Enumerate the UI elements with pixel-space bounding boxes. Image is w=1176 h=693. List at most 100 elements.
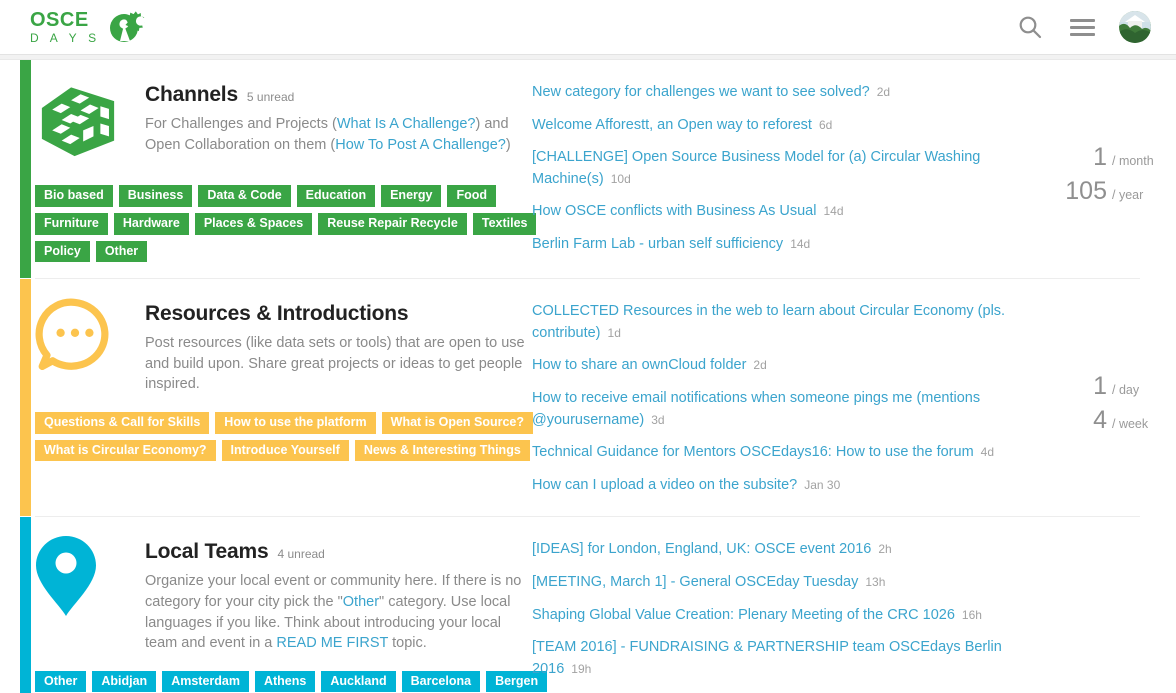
logo-subtitle: D A Y S [30,31,101,45]
tag-row: Furniture Hardware Places & Spaces Reuse Re… [35,212,537,235]
header-actions [1015,11,1151,43]
tag-row: What is Circular Economy? Introduce Yours… [35,439,532,462]
topic-age: 10d [610,171,631,186]
category-tag[interactable]: Other [95,240,148,263]
stat-value: 105 [1065,177,1107,206]
topic-age: 19h [571,661,592,676]
topic-age: 14d [823,204,844,219]
topic-link[interactable]: [TEAM 2016] - FUNDRAISING & PARTNERSHIP … [532,639,1002,677]
stat-value: 1 [1093,371,1107,400]
description-link[interactable]: READ ME FIRST [276,635,388,651]
category-topics: [IDEAS] for London, England, UK: OSCE ev… [532,530,1176,693]
category-tag[interactable]: Policy [35,240,90,263]
category-tag[interactable]: Reuse Repair Recycle [318,212,467,235]
category-icon [35,292,127,395]
category-list: Channels 5 unread For Challenges and Pro… [0,55,1176,693]
topic-row: Shaping Global Value Creation: Plenary M… [532,604,1054,626]
category-tag[interactable]: Barcelona [401,670,481,693]
topic-age: 2d [753,358,767,373]
category-tag[interactable]: Furniture [35,212,108,235]
category-tag[interactable]: What is Circular Economy? [35,439,216,462]
topic-link[interactable]: How can I upload a video on the subsite? [532,477,797,493]
category-tag[interactable]: Auckland [321,670,396,693]
category-tag[interactable]: Introduce Yourself [221,439,349,462]
topic-row: [MEETING, March 1] - General OSCEday Tue… [532,571,1054,593]
description-link[interactable]: What Is A Challenge? [337,116,476,132]
topic-link[interactable]: How to receive email notifications when … [532,390,980,428]
stat-row: 4 / week [1064,406,1176,435]
stat-row: 105 / year [1064,177,1176,206]
category-resources: Resources & Introductions Post resources… [0,279,1176,517]
category-tag[interactable]: What is Open Source? [381,411,534,434]
topic-link[interactable]: Berlin Farm Lab - urban self sufficiency [532,236,783,252]
topic-age: 4d [980,445,995,460]
category-title[interactable]: Resources & Introductions [145,302,409,326]
category-tag[interactable]: Bio based [35,185,113,207]
description-link[interactable]: How To Post A Challenge? [335,137,506,153]
topic-link[interactable]: Shaping Global Value Creation: Plenary M… [532,607,955,623]
site-logo[interactable]: OSCE D A Y S [30,7,152,47]
category-tag[interactable]: Athens [254,670,316,693]
category-tag[interactable]: Energy [381,185,442,207]
category-description: Organize your local event or community h… [145,571,532,653]
topic-link[interactable]: COLLECTED Resources in the web to learn … [532,303,1005,341]
category-unread-count: 5 unread [246,90,295,104]
topic-link[interactable]: How OSCE conflicts with Business As Usua… [532,203,816,219]
topic-row: How can I upload a video on the subsite?… [532,474,1054,496]
category-tag[interactable]: Business [118,185,193,207]
search-icon [1019,16,1042,39]
category-stats: 1 / day 4 / week [1064,300,1176,506]
topic-age: 14d [790,236,811,251]
topic-age: 2h [878,542,892,557]
description-link[interactable]: Other [343,594,379,610]
stat-unit: / year [1112,188,1144,203]
topic-row: [TEAM 2016] - FUNDRAISING & PARTNERSHIP … [532,636,1054,679]
topic-age: 3d [651,412,665,427]
category-stats: 4 / day 6 / week [1064,538,1176,693]
topic-age: 6d [818,117,833,132]
topic-link[interactable]: How to share an ownCloud folder [532,357,746,373]
topic-link[interactable]: Welcome Afforestt, an Open way to refore… [532,117,812,133]
topic-row: New category for challenges we want to s… [532,81,1054,103]
topic-row: COLLECTED Resources in the web to learn … [532,300,1054,343]
category-tag[interactable]: How to use the platform [215,411,376,434]
topic-link[interactable]: [IDEAS] for London, England, UK: OSCE ev… [532,541,871,557]
category-icon [35,530,127,653]
stat-value: 1 [1093,143,1107,172]
topic-age: 1d [607,325,621,340]
category-info: Resources & Introductions Post resources… [35,292,534,506]
topic-link[interactable]: [MEETING, March 1] - General OSCEday Tue… [532,574,858,590]
tag-row: Bio based Business Data & Code Education Ene… [35,185,532,207]
topic-row: How to share an ownCloud folder 2d [532,354,1054,376]
tag-row: Policy Other [35,240,532,263]
menu-button[interactable] [1067,12,1097,42]
category-tag[interactable]: Other [35,670,87,693]
category-description: Post resources (like data sets or tools)… [145,333,532,395]
category-tag[interactable]: Food [447,185,497,207]
category-tag[interactable]: Data & Code [198,185,291,207]
topic-link[interactable]: Technical Guidance for Mentors OSCEdays1… [532,444,974,460]
category-tag[interactable]: Questions & Call for Skills [35,411,210,434]
category-color-bar [20,60,31,279]
search-button[interactable] [1015,12,1045,42]
avatar-image [1119,11,1151,43]
category-tag[interactable]: News & Interesting Things [354,439,530,462]
category-tag[interactable]: Abidjan [92,670,157,693]
category-topics: New category for challenges we want to s… [532,73,1176,268]
category-tag[interactable]: Amsterdam [162,670,249,693]
category-tag[interactable]: Textiles [472,212,537,235]
gear-logo-icon [110,11,146,42]
category-tag[interactable]: Education [296,185,376,207]
topic-list: New category for challenges we want to s… [532,81,1064,268]
topic-link[interactable]: [CHALLENGE] Open Source Business Model f… [532,149,980,187]
avatar[interactable] [1119,11,1151,43]
rubiks-cube-icon [41,87,115,157]
logo-title: OSCE [30,9,89,31]
topic-row: [IDEAS] for London, England, UK: OSCE ev… [532,538,1054,560]
category-tag[interactable]: Places & Spaces [194,212,313,235]
category-tag[interactable]: Hardware [113,212,189,235]
topic-row: Welcome Afforestt, an Open way to refore… [532,114,1054,136]
category-title[interactable]: Local Teams [145,540,269,564]
topic-link[interactable]: New category for challenges we want to s… [532,84,870,100]
category-title[interactable]: Channels [145,83,238,107]
